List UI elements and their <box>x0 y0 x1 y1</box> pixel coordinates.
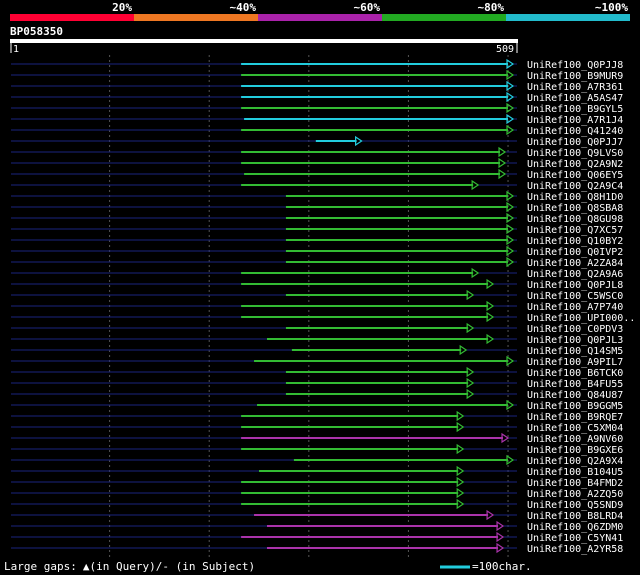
svg-text:Large gaps:▲(in Query)/- (in S: Large gaps: ▲(in Query)/- (in Subject) <box>4 560 255 573</box>
hit-label[interactable]: UniRef100_A5AS47 <box>527 93 623 104</box>
hit-label[interactable]: UniRef100_B9GYL5 <box>527 104 623 115</box>
hit-label[interactable]: UniRef100_Q10BY2 <box>527 236 623 247</box>
hit-label[interactable]: UniRef100_Q14SM5 <box>527 346 623 357</box>
hit-label[interactable]: UniRef100_A9PIL7 <box>527 357 623 368</box>
hit-label[interactable]: UniRef100_A7R1J4 <box>527 115 623 126</box>
hit-label[interactable]: UniRef100_B9GGM5 <box>527 401 623 412</box>
hit-label[interactable]: UniRef100_B8LRD4 <box>527 511 623 522</box>
hit-label[interactable]: UniRef100_Q0PJJ8 <box>527 60 623 71</box>
hit-label[interactable]: UniRef100_Q2A9A6 <box>527 269 623 280</box>
hit-label[interactable]: UniRef100_Q8GU98 <box>527 214 623 225</box>
legend-label-2: ~40% <box>230 1 257 14</box>
hit-label[interactable]: UniRef100_B4FU55 <box>527 379 623 390</box>
query-gap-text: (in Query)/ <box>89 560 162 573</box>
hit-label[interactable]: UniRef100_Q0IVP2 <box>527 247 623 258</box>
hit-label[interactable]: UniRef100_C5YN41 <box>527 533 623 544</box>
hit-label[interactable]: UniRef100_Q8SBA8 <box>527 203 623 214</box>
hit-label[interactable]: UniRef100_A7P740 <box>527 302 623 313</box>
hit-label[interactable]: UniRef100_A2ZQ50 <box>527 489 623 500</box>
hit-label[interactable]: UniRef100_B9MUR9 <box>527 71 623 82</box>
hit-label[interactable]: UniRef100_Q2A9C4 <box>527 181 623 192</box>
hit-label[interactable]: UniRef100_Q84U87 <box>527 390 623 401</box>
hit-label[interactable]: UniRef100_Q06EY5 <box>527 170 623 181</box>
large-gaps-label: Large gaps: <box>4 560 77 573</box>
hit-label[interactable]: UniRef100_C0PDV3 <box>527 324 623 335</box>
hit-label[interactable]: UniRef100_A2ZA84 <box>527 258 623 269</box>
hit-label[interactable]: UniRef100_A2YR58 <box>527 544 623 555</box>
query-end-label: 509 <box>496 44 514 55</box>
legend-swatch-3 <box>258 14 382 21</box>
hit-label[interactable]: UniRef100_UPI000.. <box>527 313 635 324</box>
legend-label-1: 20% <box>112 1 132 14</box>
hit-label[interactable]: UniRef100_Q41240 <box>527 126 623 137</box>
hit-label[interactable]: UniRef100_B6TCK0 <box>527 368 623 379</box>
hit-label[interactable]: UniRef100_A7R361 <box>527 82 623 93</box>
hit-label[interactable]: UniRef100_A9NV60 <box>527 434 623 445</box>
legend-label-4: ~80% <box>478 1 505 14</box>
legend-label-3: ~60% <box>354 1 381 14</box>
legend-swatch-4 <box>382 14 506 21</box>
hit-label[interactable]: UniRef100_B104U5 <box>527 467 623 478</box>
hit-label[interactable]: UniRef100_Q0PJL3 <box>527 335 623 346</box>
hit-label[interactable]: UniRef100_C5XM04 <box>527 423 623 434</box>
blast-overview-graph: 20% ~40% ~60% ~80% ~100% BP058350 1 509 UniR… <box>0 0 640 575</box>
hit-label[interactable]: UniRef100_Q5SND9 <box>527 500 623 511</box>
scale-text: =100char. <box>472 560 532 573</box>
hit-label[interactable]: UniRef100_B9RQE7 <box>527 412 623 423</box>
query-start-label: 1 <box>13 44 19 55</box>
hit-label[interactable]: UniRef100_Q9LVS0 <box>527 148 623 159</box>
hit-label[interactable]: UniRef100_Q7XC57 <box>527 225 623 236</box>
hit-label[interactable]: UniRef100_B4FMD2 <box>527 478 623 489</box>
query-bar <box>10 39 518 43</box>
subject-gap-text: (in Subject) <box>169 560 255 573</box>
legend-swatch-2 <box>134 14 258 21</box>
legend-label-5: ~100% <box>595 1 628 14</box>
hit-label[interactable]: UniRef100_C5WSC0 <box>527 291 623 302</box>
legend-swatch-1 <box>10 14 134 21</box>
hit-label[interactable]: UniRef100_Q2A9X4 <box>527 456 623 467</box>
hit-label[interactable]: UniRef100_Q0PJJ7 <box>527 137 623 148</box>
hit-label[interactable]: UniRef100_Q8H1D0 <box>527 192 623 203</box>
legend-swatch-5 <box>506 14 630 21</box>
subject-gap-marker: - <box>162 560 169 573</box>
hit-label[interactable]: UniRef100_Q0PJL8 <box>527 280 623 291</box>
hit-label[interactable]: UniRef100_Q2A9N2 <box>527 159 623 170</box>
query-id: BP058350 <box>10 25 63 38</box>
hit-label[interactable]: UniRef100_Q6ZDM0 <box>527 522 623 533</box>
hit-label[interactable]: UniRef100_B9GXE6 <box>527 445 623 456</box>
